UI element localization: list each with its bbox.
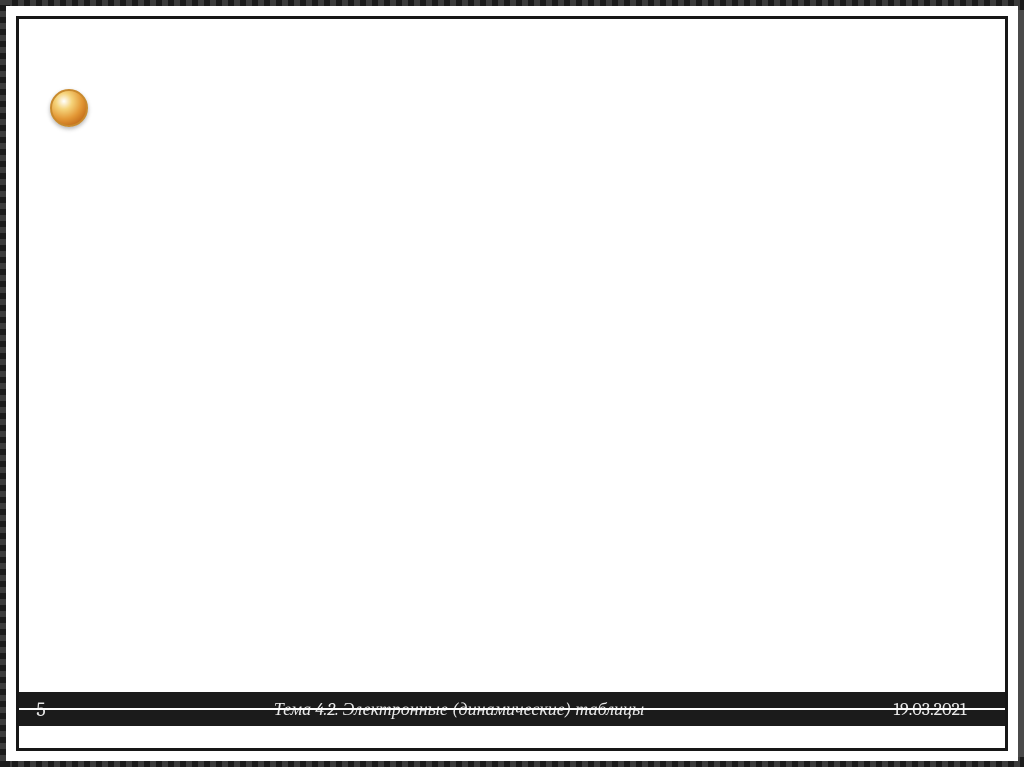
slide-footer: 5 Тема 4.2. Электронные (динамические) т… xyxy=(19,688,1005,730)
office-button[interactable] xyxy=(50,89,88,127)
footer-date: 19.03.2021 xyxy=(855,699,1005,720)
page-number: 5 xyxy=(19,698,63,721)
footer-topic: Тема 4.2. Электронные (динамические) таб… xyxy=(63,699,855,720)
